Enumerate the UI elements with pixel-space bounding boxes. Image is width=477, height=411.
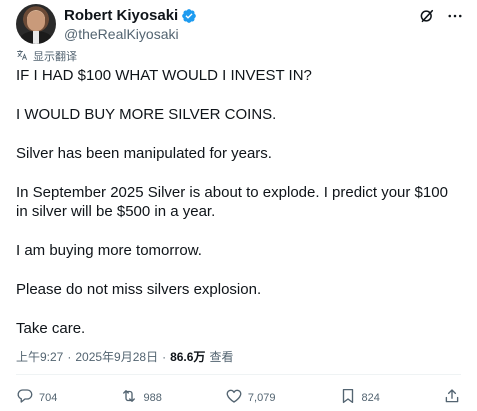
tweet-header: Robert Kiyosaki @theRealKiyosaki [16, 4, 465, 44]
bookmark-count: 824 [361, 392, 380, 404]
repost-button[interactable]: 988 [120, 387, 162, 409]
meta-separator: · [162, 350, 167, 364]
reply-button[interactable]: 704 [16, 387, 57, 409]
translate-icon [16, 48, 28, 66]
like-count: 7,079 [247, 392, 276, 404]
meta-separator: · [67, 350, 72, 364]
divider [16, 374, 461, 375]
post-date[interactable]: 2025年9月28日 [75, 349, 158, 365]
author-name[interactable]: Robert Kiyosaki [64, 7, 178, 25]
verified-badge-icon [181, 8, 197, 24]
author-handle[interactable]: @theRealKiyosaki [64, 26, 179, 43]
tweet-text: IF I HAD $100 WHAT WOULD I INVEST IN? I … [16, 66, 456, 358]
grok-icon[interactable] [417, 6, 437, 26]
reply-icon [16, 387, 34, 409]
repost-icon [120, 387, 138, 409]
header-actions [417, 6, 465, 26]
tweet-paragraph: Please do not miss silvers explosion. [16, 281, 262, 298]
tweet-paragraph: Take care. [16, 320, 86, 337]
name-row: Robert Kiyosaki [64, 7, 197, 25]
views-count: 86.6万 [170, 350, 206, 364]
translate-label[interactable]: 显示翻译 [33, 50, 77, 64]
tweet-meta: 上午9:27 · 2025年9月28日 · 86.6万 查看 [16, 349, 233, 365]
tweet-paragraph: Silver has been manipulated for years. [16, 145, 272, 162]
like-button[interactable]: 7,079 [225, 387, 276, 409]
avatar[interactable] [16, 4, 56, 44]
share-button[interactable] [443, 387, 461, 409]
action-bar: 704 988 7,079 824 [16, 387, 461, 409]
avatar-shirt [33, 31, 39, 44]
translate-link[interactable]: 显示翻译 [16, 48, 77, 66]
views-label: 查看 [209, 350, 234, 364]
more-icon[interactable] [445, 6, 465, 26]
tweet-card: Robert Kiyosaki @theRealKiyosaki 显示翻译 IF… [0, 0, 477, 411]
bookmark-icon [339, 387, 357, 409]
bookmark-button[interactable]: 824 [339, 387, 380, 409]
share-icon [443, 387, 461, 409]
repost-count: 988 [143, 392, 162, 404]
tweet-paragraph: I WOULD BUY MORE SILVER COINS. [16, 106, 277, 123]
post-time[interactable]: 上午9:27 [16, 349, 63, 365]
avatar-face [27, 11, 45, 31]
tweet-paragraph: I am buying more tomorrow. [16, 242, 202, 259]
tweet-paragraph: In September 2025 Silver is about to exp… [16, 184, 448, 220]
heart-icon [225, 387, 243, 409]
reply-count: 704 [39, 392, 58, 404]
tweet-paragraph: IF I HAD $100 WHAT WOULD I INVEST IN? [16, 67, 312, 84]
